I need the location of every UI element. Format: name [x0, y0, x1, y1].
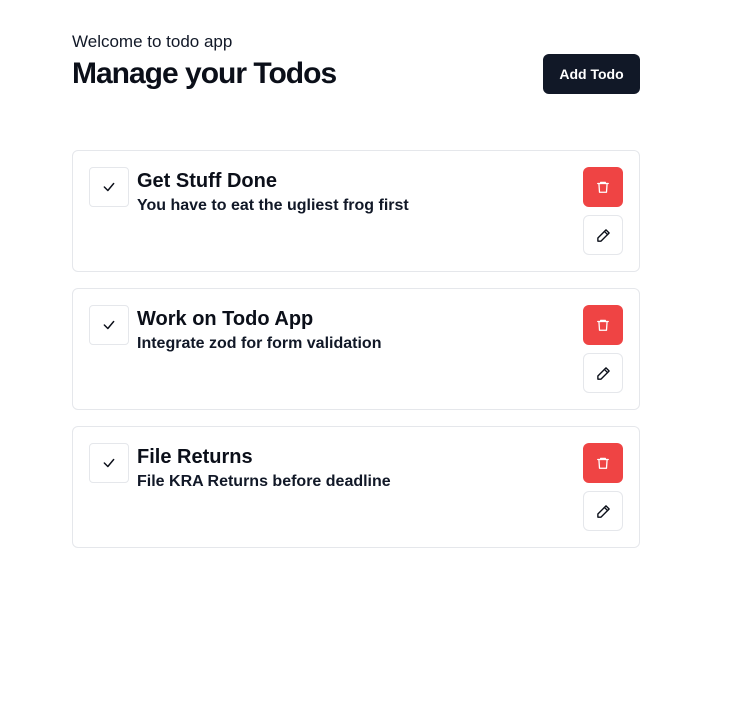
pencil-icon	[596, 504, 610, 518]
edit-todo-button[interactable]	[583, 353, 623, 393]
todo-title: File Returns	[137, 446, 253, 468]
todo-content: File Returns File KRA Returns before dea…	[137, 444, 557, 492]
delete-todo-button[interactable]	[583, 443, 623, 483]
check-icon	[103, 320, 115, 330]
todo-description: You have to eat the ugliest frog first	[137, 197, 409, 214]
trash-icon	[597, 181, 609, 193]
todo-content: Get Stuff Done You have to eat the uglie…	[137, 168, 557, 216]
welcome-text: Welcome to todo app	[72, 32, 233, 51]
todo-title: Get Stuff Done	[137, 170, 277, 192]
todo-list: Get Stuff Done You have to eat the uglie…	[72, 150, 640, 564]
edit-todo-button[interactable]	[583, 215, 623, 255]
todo-item: File Returns File KRA Returns before dea…	[72, 426, 640, 548]
complete-todo-button[interactable]	[89, 443, 129, 483]
todo-title: Work on Todo App	[137, 308, 314, 330]
todo-content: Work on Todo App Integrate zod for form …	[137, 306, 557, 354]
trash-icon	[597, 319, 609, 331]
todo-item: Work on Todo App Integrate zod for form …	[72, 288, 640, 410]
complete-todo-button[interactable]	[89, 305, 129, 345]
page: Welcome to todo app Manage your Todos Ad…	[0, 0, 733, 726]
header: Welcome to todo app Manage your Todos Ad…	[72, 32, 640, 96]
check-icon	[103, 458, 115, 468]
todo-description: Integrate zod for form validation	[137, 335, 382, 352]
pencil-icon	[596, 228, 610, 242]
todo-description: File KRA Returns before deadline	[137, 473, 391, 490]
delete-todo-button[interactable]	[583, 167, 623, 207]
page-title: Manage your Todos	[72, 57, 337, 90]
complete-todo-button[interactable]	[89, 167, 129, 207]
check-icon	[103, 182, 115, 192]
delete-todo-button[interactable]	[583, 305, 623, 345]
trash-icon	[597, 457, 609, 469]
pencil-icon	[596, 366, 610, 380]
add-todo-button[interactable]: Add Todo	[543, 54, 640, 94]
edit-todo-button[interactable]	[583, 491, 623, 531]
todo-item: Get Stuff Done You have to eat the uglie…	[72, 150, 640, 272]
